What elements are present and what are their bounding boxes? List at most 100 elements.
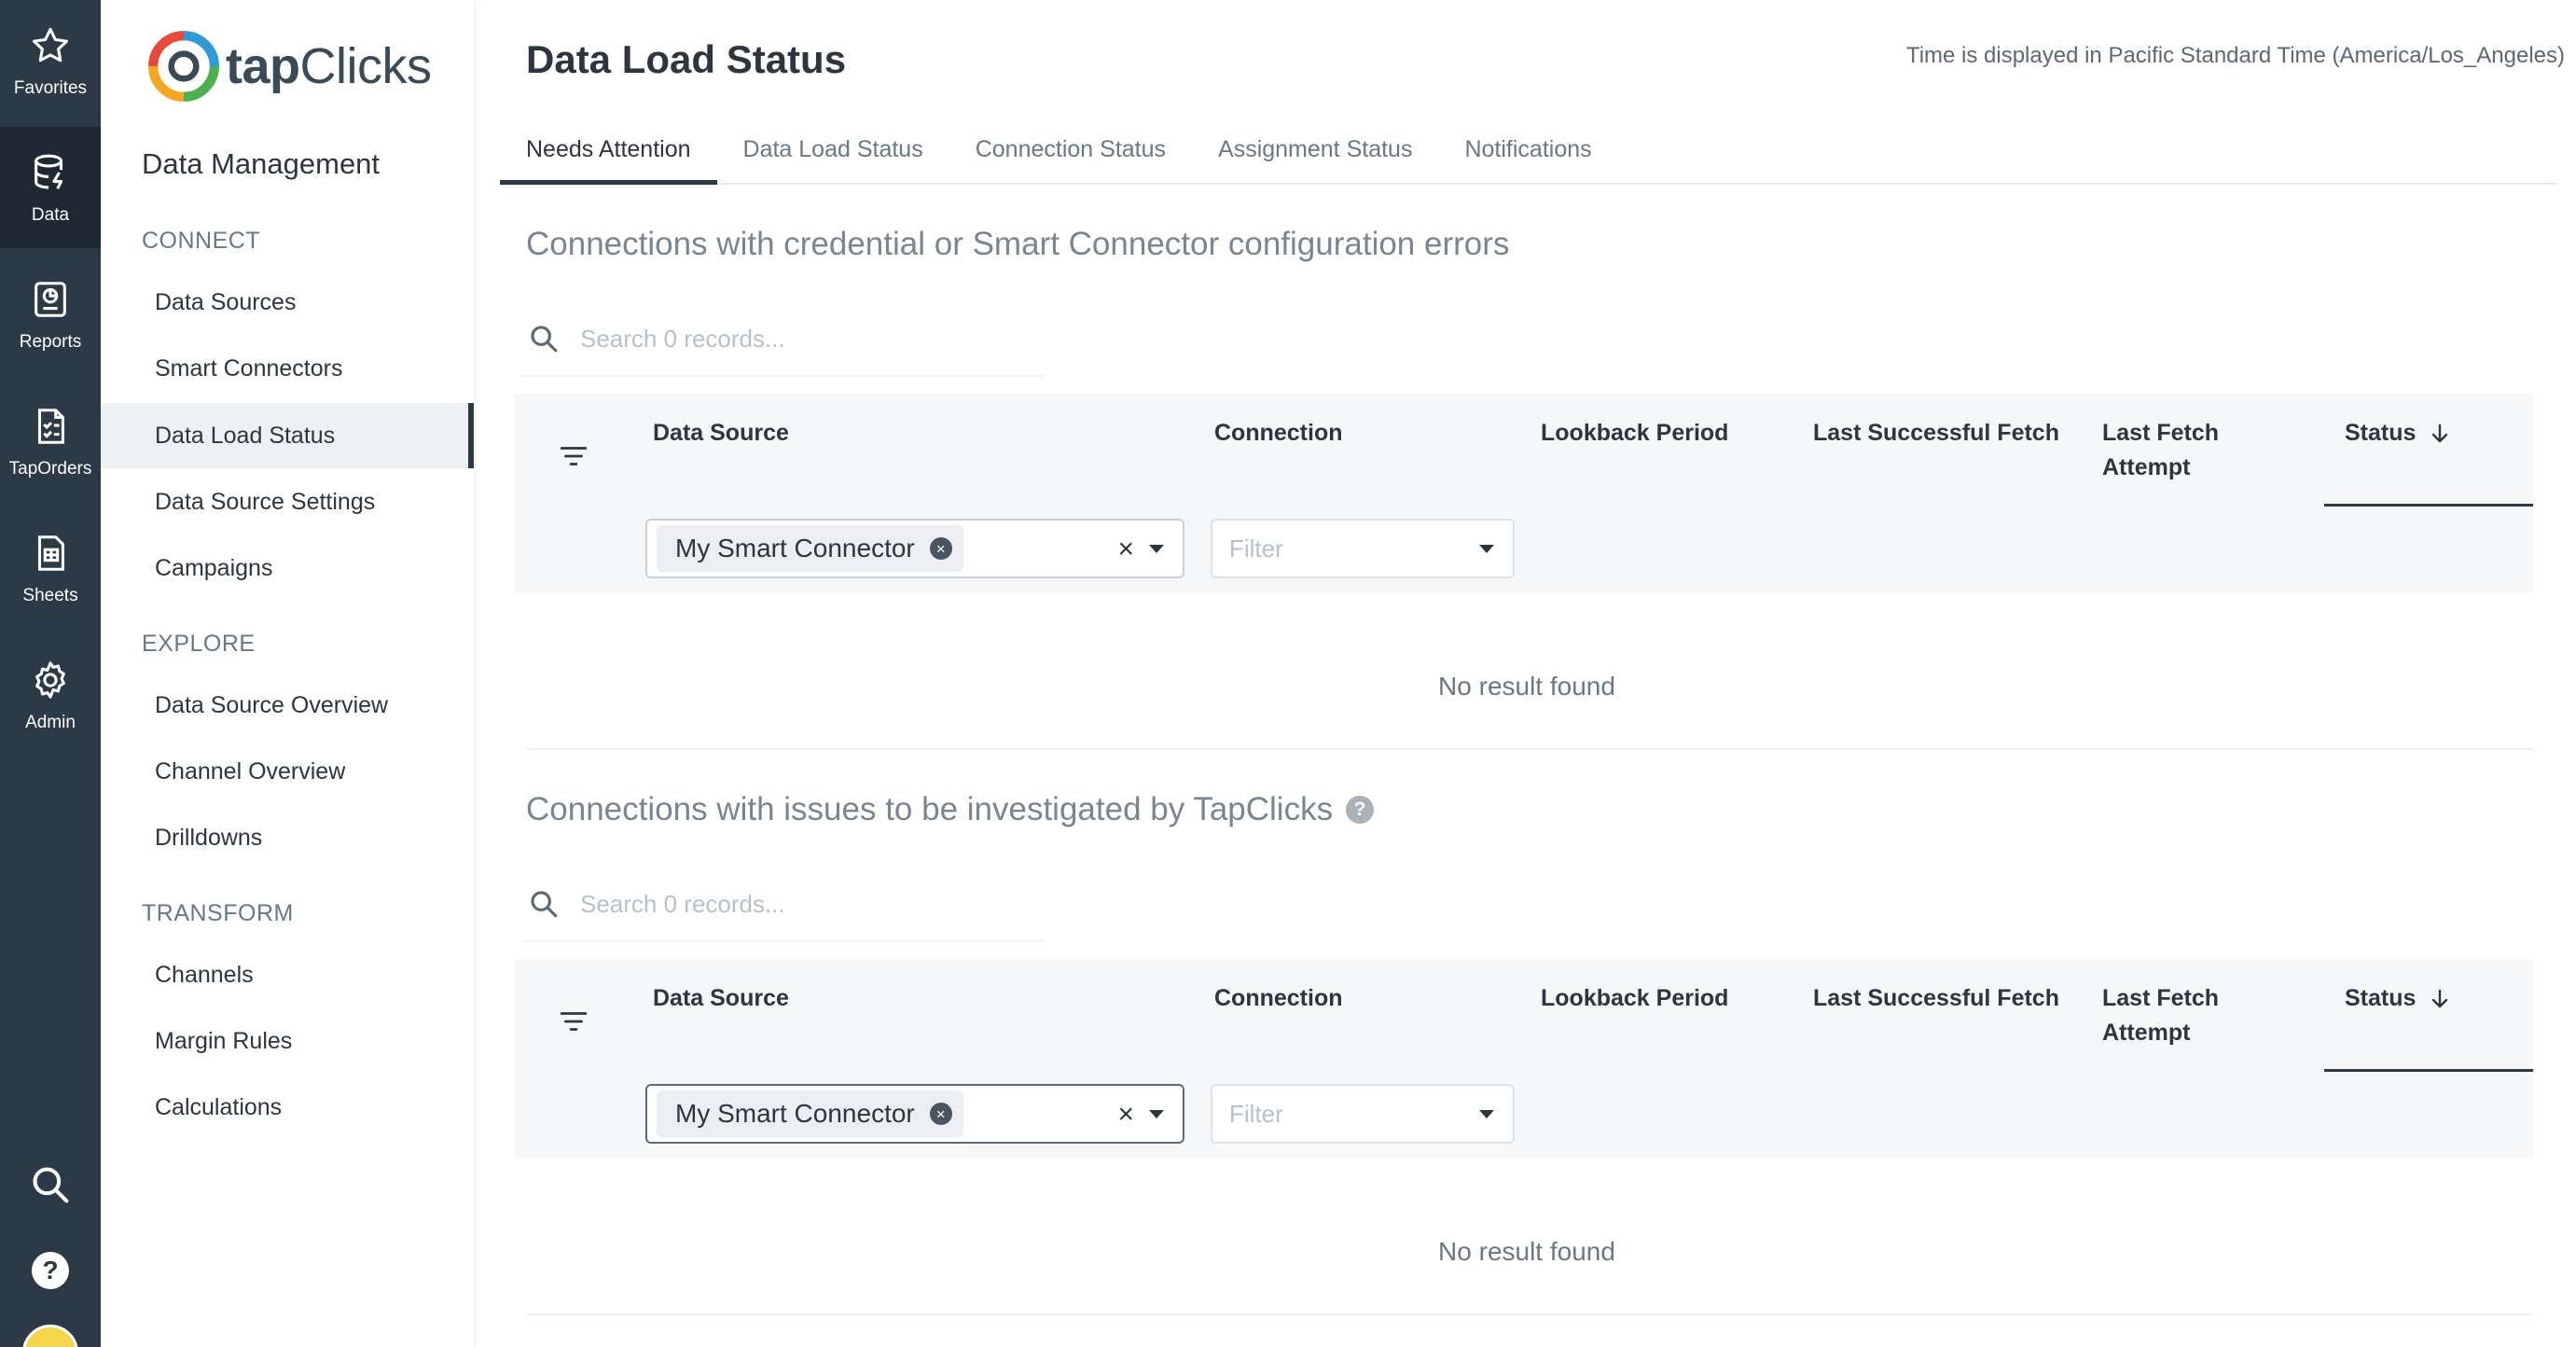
column-header-last-successful-fetch[interactable]: Last Successful Fetch: [1813, 416, 2059, 451]
tab-data-load-status[interactable]: Data Load Status: [717, 131, 949, 185]
column-header-last-fetch-attempt[interactable]: Last Fetch Attempt: [2102, 981, 2242, 1050]
section-title: Connections with credential or Smart Con…: [526, 226, 1510, 262]
search-icon: [531, 326, 558, 353]
column-header-connection[interactable]: Connection: [1214, 981, 1343, 1016]
column-header-last-successful-fetch[interactable]: Last Successful Fetch: [1813, 981, 2059, 1016]
sidebar-item-smart-connectors[interactable]: Smart Connectors: [101, 336, 474, 401]
search-input[interactable]: [580, 324, 1009, 354]
selected-chip: My Smart Connector ×: [657, 525, 963, 572]
page-title: Data Load Status: [526, 37, 847, 81]
star-icon: [33, 27, 68, 62]
orders-icon: [37, 409, 64, 444]
data-source-filter-select[interactable]: My Smart Connector × ×: [645, 519, 1184, 578]
empty-state-text: No result found: [1438, 1237, 1615, 1266]
grid-header: Data Source Connection Lookback Period L…: [515, 394, 2533, 593]
section-header-connect: CONNECT: [142, 228, 261, 254]
connection-filter-select[interactable]: Filter: [1211, 519, 1515, 578]
sort-descending-icon: [2432, 990, 2448, 1008]
chip-remove-icon[interactable]: ×: [929, 537, 952, 560]
column-header-connection[interactable]: Connection: [1214, 416, 1343, 451]
rail-item-favorites[interactable]: Favorites: [0, 0, 101, 121]
timezone-note: Time is displayed in Pacific Standard Ti…: [1905, 43, 2565, 68]
tab-notifications[interactable]: Notifications: [1438, 131, 1617, 185]
report-icon: [35, 282, 66, 317]
filter-icon[interactable]: [558, 440, 589, 472]
sidebar-item-margin-rules[interactable]: Margin Rules: [101, 1008, 474, 1074]
chevron-down-icon[interactable]: [1479, 545, 1494, 553]
sidebar-item-calculations[interactable]: Calculations: [101, 1075, 474, 1140]
tab-assignment-status[interactable]: Assignment Status: [1192, 131, 1438, 185]
rail-item-admin[interactable]: Admin: [0, 634, 101, 756]
sidebar-item-data-source-overview[interactable]: Data Source Overview: [101, 673, 474, 738]
rail-label: Sheets: [22, 586, 78, 605]
chevron-down-icon[interactable]: [1149, 545, 1164, 553]
rail-label: TapOrders: [8, 459, 92, 479]
gear-icon: [35, 661, 65, 699]
search-input[interactable]: [580, 889, 1009, 919]
sidebar-title: Data Management: [142, 147, 381, 180]
section-header-explore: EXPLORE: [142, 631, 256, 657]
search-field[interactable]: [522, 302, 1045, 377]
investigation-section: Connections with issues to be investigat…: [500, 772, 2554, 1323]
sheets-icon: [37, 535, 64, 571]
column-header-status[interactable]: Status: [2345, 981, 2451, 1016]
tab-bar: Needs Attention Data Load Status Connect…: [500, 131, 2557, 185]
tab-connection-status[interactable]: Connection Status: [949, 131, 1192, 185]
sidebar-item-data-source-settings[interactable]: Data Source Settings: [101, 469, 474, 535]
tapclicks-logo[interactable]: tapClicks: [145, 28, 432, 104]
search-field[interactable]: [522, 868, 1045, 942]
rail-item-taporders[interactable]: TapOrders: [0, 381, 101, 502]
grid-header: Data Source Connection Lookback Period L…: [515, 959, 2533, 1159]
column-header-last-fetch-attempt[interactable]: Last Fetch Attempt: [2102, 416, 2242, 485]
global-search-button[interactable]: [0, 1164, 101, 1205]
section-divider: [526, 1313, 2531, 1315]
clear-selection-icon[interactable]: ×: [1117, 1099, 1134, 1131]
logo-text: tapClicks: [226, 38, 432, 94]
help-icon[interactable]: ?: [1346, 796, 1375, 824]
app-rail: Favorites Data Reports TapOrders Sheets …: [0, 0, 101, 1347]
column-header-data-source[interactable]: Data Source: [653, 416, 789, 451]
clear-selection-icon[interactable]: ×: [1117, 534, 1134, 565]
rail-label: Data: [31, 205, 70, 225]
sort-indicator: [2324, 1069, 2533, 1072]
chevron-down-icon[interactable]: [1479, 1110, 1494, 1118]
main-content: Data Load Status Time is displayed in Pa…: [474, 0, 2576, 1347]
user-avatar[interactable]: [0, 1325, 101, 1347]
rail-item-data[interactable]: Data: [0, 127, 101, 248]
column-header-data-source[interactable]: Data Source: [653, 981, 789, 1016]
help-button[interactable]: ?: [0, 1252, 101, 1289]
search-icon: [531, 891, 558, 918]
column-header-lookback-period[interactable]: Lookback Period: [1541, 981, 1728, 1016]
column-header-status[interactable]: Status: [2345, 416, 2451, 451]
search-icon: [33, 1167, 69, 1203]
section-title: Connections with issues to be investigat…: [526, 791, 1375, 828]
connection-filter-select[interactable]: Filter: [1211, 1084, 1515, 1144]
section-divider: [526, 748, 2531, 750]
credential-errors-section: Connections with credential or Smart Con…: [500, 207, 2554, 757]
rail-item-sheets[interactable]: Sheets: [0, 507, 101, 629]
data-management-sidebar: tapClicks Data Management CONNECT Data S…: [101, 0, 474, 1347]
selected-chip: My Smart Connector ×: [657, 1090, 963, 1137]
sidebar-item-campaigns[interactable]: Campaigns: [101, 535, 474, 601]
sidebar-item-channel-overview[interactable]: Channel Overview: [101, 739, 474, 804]
section-header-transform: TRANSFORM: [142, 900, 294, 926]
data-source-filter-select[interactable]: My Smart Connector × ×: [645, 1084, 1184, 1144]
sort-descending-icon: [2432, 424, 2448, 443]
database-icon: [35, 154, 63, 189]
sidebar-item-data-load-status[interactable]: Data Load Status: [101, 403, 474, 468]
sidebar-item-data-sources[interactable]: Data Sources: [101, 270, 474, 335]
rail-label: Admin: [25, 713, 76, 732]
rail-label: Reports: [19, 332, 82, 352]
logo-ring-icon: [148, 31, 219, 102]
rail-label: Favorites: [13, 78, 88, 98]
help-icon: ?: [32, 1252, 69, 1289]
sidebar-item-drilldowns[interactable]: Drilldowns: [101, 805, 474, 870]
chevron-down-icon[interactable]: [1149, 1110, 1164, 1118]
column-header-lookback-period[interactable]: Lookback Period: [1541, 416, 1728, 451]
filter-icon[interactable]: [558, 1006, 589, 1037]
chip-remove-icon[interactable]: ×: [929, 1103, 952, 1125]
sort-indicator: [2324, 504, 2533, 507]
tab-needs-attention[interactable]: Needs Attention: [500, 131, 717, 185]
sidebar-item-channels[interactable]: Channels: [101, 942, 474, 1007]
rail-item-reports[interactable]: Reports: [0, 254, 101, 375]
